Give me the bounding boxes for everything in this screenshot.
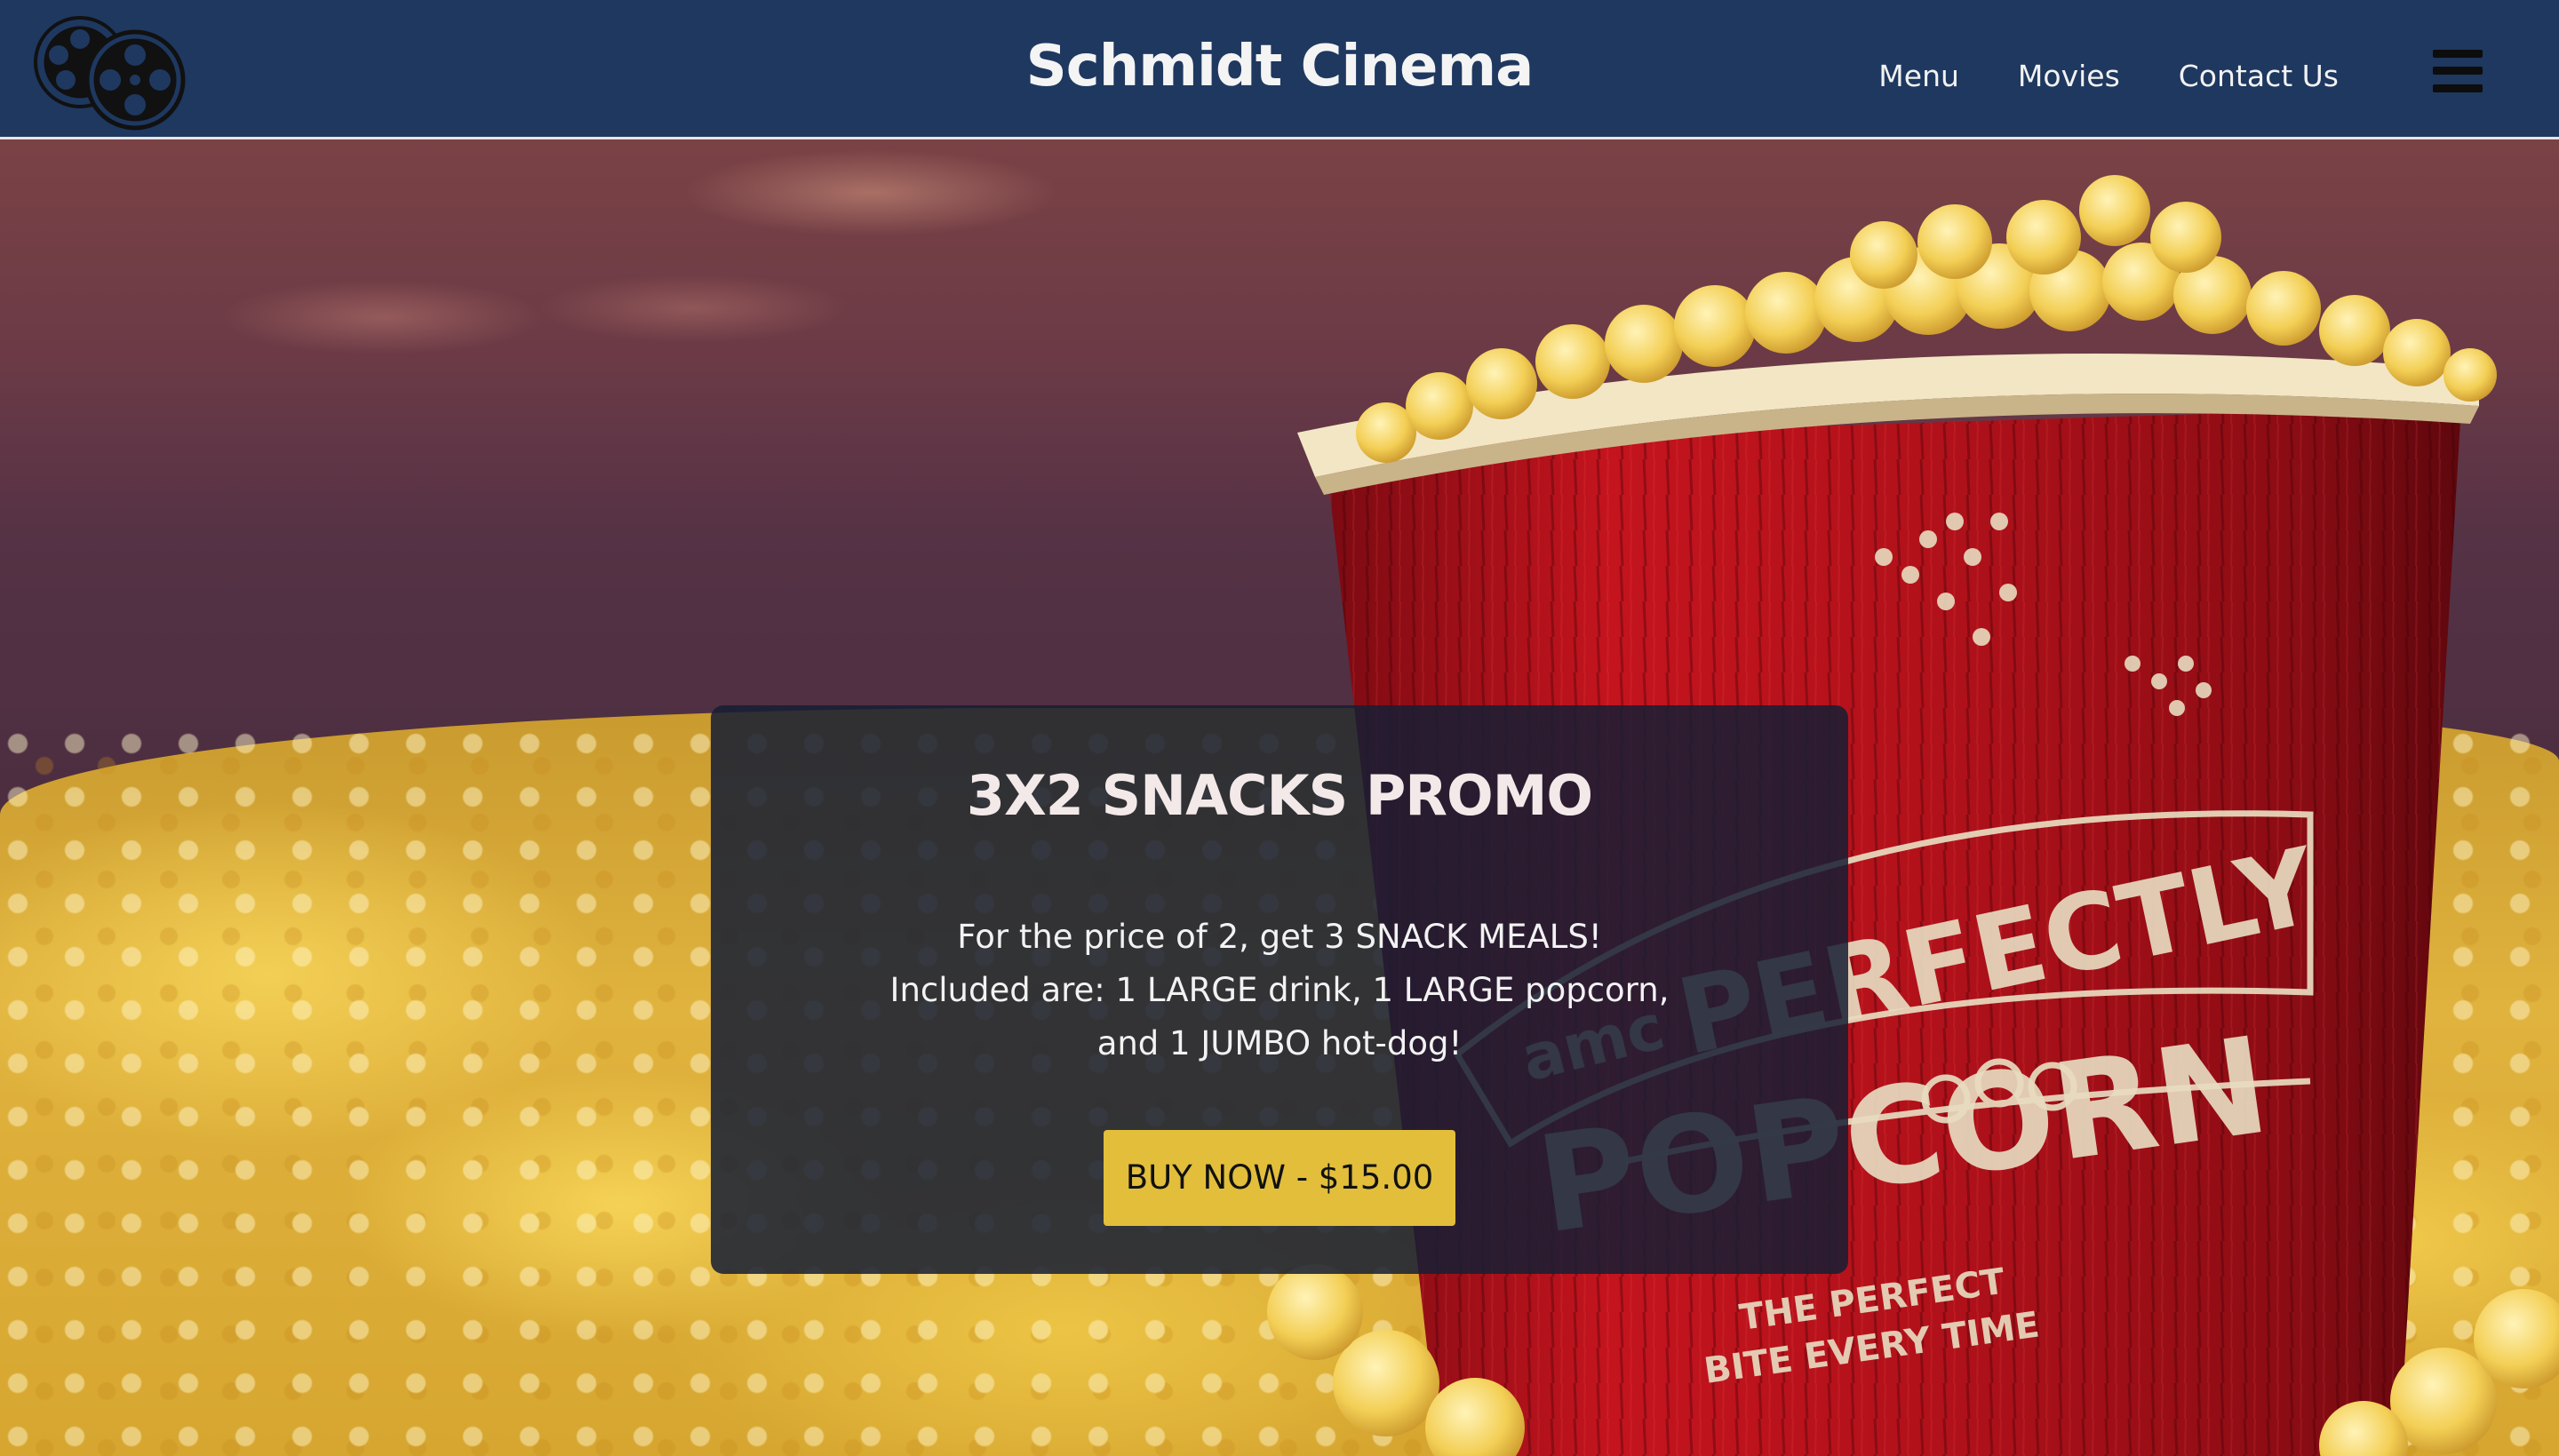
promo-title: 3X2 SNACKS PROMO xyxy=(966,763,1593,828)
nav-link-movies[interactable]: Movies xyxy=(2018,57,2120,96)
hamburger-menu-icon[interactable] xyxy=(2433,50,2483,92)
promo-card: 3X2 SNACKS PROMO For the price of 2, get… xyxy=(711,705,1848,1274)
promo-line-3: and 1 JUMBO hot-dog! xyxy=(1096,1024,1463,1062)
nav-link-contact-us[interactable]: Contact Us xyxy=(2179,57,2339,96)
buy-now-button[interactable]: BUY NOW - $15.00 xyxy=(1104,1130,1455,1226)
promo-line-1: For the price of 2, get 3 SNACK MEALS! xyxy=(957,918,1602,956)
promo-description: For the price of 2, get 3 SNACK MEALS! I… xyxy=(711,911,1848,1070)
main-nav: Menu Movies Contact Us xyxy=(1878,57,2339,96)
nav-link-menu[interactable]: Menu xyxy=(1878,57,1959,96)
site-header: Schmidt Cinema Menu Movies Contact Us xyxy=(0,0,2559,139)
hero-banner: amc PERFECTLY POPCORN THE PERFECT BITE E… xyxy=(0,139,2559,1456)
promo-line-2: Included are: 1 LARGE drink, 1 LARGE pop… xyxy=(889,971,1670,1009)
